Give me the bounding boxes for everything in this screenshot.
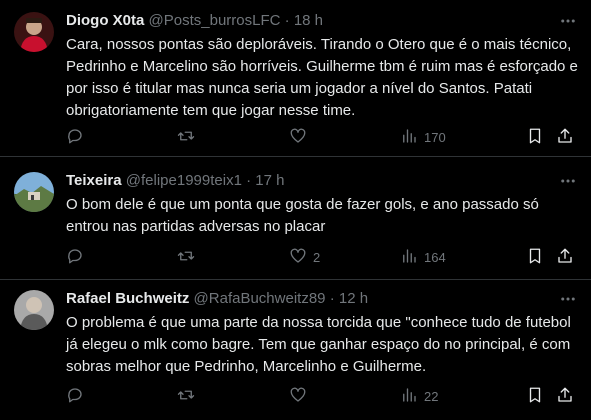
retweet-icon <box>177 247 195 268</box>
retweet-icon <box>177 386 195 407</box>
reply-icon <box>66 127 84 148</box>
tweet-timestamp[interactable]: 12 h <box>339 290 368 307</box>
tweet-actions: 22 <box>60 384 581 408</box>
share-icon <box>556 127 574 148</box>
retweet-button[interactable] <box>177 245 195 269</box>
reply-button[interactable] <box>66 245 84 269</box>
view-count: 170 <box>424 129 446 145</box>
views-button[interactable]: 170 <box>400 125 446 149</box>
separator-dot: · <box>329 290 335 307</box>
more-icon[interactable] <box>559 290 577 308</box>
bookmark-button[interactable] <box>526 125 544 149</box>
more-icon[interactable] <box>559 172 577 190</box>
views-icon <box>400 127 418 148</box>
avatar[interactable] <box>14 172 54 212</box>
views-icon <box>400 247 418 268</box>
share-button[interactable] <box>556 384 574 408</box>
tweet-actions: 2 164 <box>60 245 581 269</box>
view-count: 164 <box>424 249 446 265</box>
like-count: 2 <box>313 249 321 265</box>
avatar[interactable] <box>14 290 54 330</box>
author-handle[interactable]: @RafaBuchweitz89 <box>194 290 326 307</box>
tweet-timestamp[interactable]: 18 h <box>294 12 323 29</box>
bookmark-icon <box>526 386 544 407</box>
heart-icon <box>289 247 307 268</box>
tweet-timestamp[interactable]: 17 h <box>255 172 284 189</box>
retweet-icon <box>177 127 195 148</box>
reply-icon <box>66 247 84 268</box>
author-handle[interactable]: @felipe1999teix1 <box>126 172 242 189</box>
like-button[interactable] <box>289 384 313 408</box>
share-button[interactable] <box>556 245 574 269</box>
like-button[interactable]: 2 <box>289 245 320 269</box>
reply-button[interactable] <box>66 125 84 149</box>
retweet-button[interactable] <box>177 125 195 149</box>
avatar[interactable] <box>14 12 54 52</box>
views-button[interactable]: 164 <box>400 245 446 269</box>
author-name[interactable]: Teixeira <box>66 172 122 189</box>
views-button[interactable]: 22 <box>400 384 438 408</box>
separator-dot: · <box>284 12 290 29</box>
bookmark-icon <box>526 127 544 148</box>
views-icon <box>400 386 418 407</box>
heart-icon <box>289 386 307 407</box>
separator-dot: · <box>246 172 252 189</box>
tweet[interactable]: Teixeira @felipe1999teix1 · 17 h O bom d… <box>0 157 591 280</box>
share-button[interactable] <box>556 125 574 149</box>
tweet-text: O bom dele é que um ponta que gosta de f… <box>66 196 539 235</box>
author-handle[interactable]: @Posts_burrosLFC <box>149 12 281 29</box>
tweet[interactable]: Rafael Buchweitz @RafaBuchweitz89 · 12 h… <box>0 280 591 420</box>
reply-button[interactable] <box>66 384 84 408</box>
reply-icon <box>66 386 84 407</box>
like-button[interactable] <box>289 125 313 149</box>
share-icon <box>556 247 574 268</box>
retweet-button[interactable] <box>177 384 195 408</box>
view-count: 22 <box>424 388 439 404</box>
tweet-text: Cara, nossos pontas são deploráveis. Tir… <box>66 36 578 119</box>
more-icon[interactable] <box>559 12 577 30</box>
tweet-actions: 170 <box>60 125 581 149</box>
bookmark-icon <box>526 247 544 268</box>
tweet-text: O problema é que uma parte da nossa torc… <box>66 314 571 375</box>
share-icon <box>556 386 574 407</box>
bookmark-button[interactable] <box>526 384 544 408</box>
author-name[interactable]: Rafael Buchweitz <box>66 290 189 307</box>
bookmark-button[interactable] <box>526 245 544 269</box>
heart-icon <box>289 127 307 148</box>
author-name[interactable]: Diogo X0ta <box>66 12 144 29</box>
tweet[interactable]: Diogo X0ta @Posts_burrosLFC · 18 h Cara,… <box>0 0 591 157</box>
